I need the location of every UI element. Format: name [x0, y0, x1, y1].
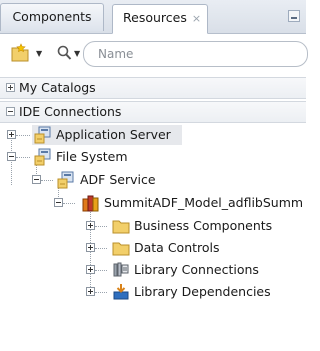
- library-icon: [82, 194, 100, 212]
- collapse-icon[interactable]: [7, 152, 16, 161]
- tab-resources-label: Resources: [123, 10, 187, 25]
- tree-item-label: Application Server: [56, 127, 171, 142]
- tree-item-adf-service[interactable]: ADF Service: [0, 170, 306, 190]
- tree-item-data-controls[interactable]: Data Controls: [0, 238, 306, 258]
- expand-icon[interactable]: [86, 221, 95, 230]
- collapse-icon[interactable]: [6, 107, 15, 116]
- section-ide-connections-label: IDE Connections: [19, 104, 122, 119]
- section-my-catalogs-label: My Catalogs: [19, 80, 96, 95]
- library-dependencies-icon: [112, 283, 130, 301]
- server-connection-icon: [34, 148, 52, 166]
- tree-item-label: Library Dependencies: [134, 284, 271, 299]
- tree-item-label: Data Controls: [134, 240, 220, 255]
- tab-resources[interactable]: Resources ×: [112, 4, 208, 34]
- new-icon[interactable]: [10, 43, 30, 63]
- search-input[interactable]: [83, 41, 308, 67]
- section-my-catalogs[interactable]: My Catalogs: [0, 77, 306, 99]
- expand-icon[interactable]: [86, 243, 95, 252]
- tree-item-business-components[interactable]: Business Components: [0, 216, 306, 236]
- tree-item-label: Library Connections: [134, 262, 259, 277]
- tab-components[interactable]: Components: [0, 3, 104, 31]
- tree-item-file-system[interactable]: File System: [0, 147, 306, 167]
- search-icon[interactable]: [56, 43, 75, 63]
- section-ide-connections[interactable]: IDE Connections: [0, 101, 306, 123]
- server-connection-icon: [57, 171, 75, 189]
- tree-item-application-server[interactable]: Application Server: [0, 125, 306, 145]
- expand-icon[interactable]: [86, 265, 95, 274]
- folder-icon: [112, 217, 130, 235]
- tree-item-label: Business Components: [134, 218, 273, 233]
- tree-item-library[interactable]: SummitADF_Model_adflibSumm: [0, 193, 306, 213]
- library-connections-icon: [112, 261, 130, 279]
- tree-item-library-connections[interactable]: Library Connections: [0, 260, 306, 280]
- tab-components-label: Components: [12, 9, 92, 24]
- new-dropdown-chevron-icon[interactable]: ▼: [36, 49, 42, 58]
- expand-icon[interactable]: [86, 287, 95, 296]
- tree-item-label: File System: [56, 149, 128, 164]
- tab-close-icon[interactable]: ×: [192, 12, 201, 25]
- search-options-chevron-icon[interactable]: ▼: [74, 49, 80, 58]
- expand-icon[interactable]: [6, 83, 15, 92]
- collapse-icon[interactable]: [54, 198, 63, 207]
- minimize-button[interactable]: [288, 10, 300, 22]
- toolbar: ▼ ▼: [0, 34, 308, 76]
- tree-item-library-dependencies[interactable]: Library Dependencies: [0, 282, 306, 302]
- folder-icon: [112, 239, 130, 257]
- tree-item-label: ADF Service: [80, 172, 156, 187]
- panel-tab-bar: Components Resources ×: [0, 0, 306, 34]
- tree-item-label: SummitADF_Model_adflibSumm: [104, 195, 304, 210]
- server-connection-icon: [34, 126, 52, 144]
- expand-icon[interactable]: [7, 130, 16, 139]
- collapse-icon[interactable]: [32, 175, 41, 184]
